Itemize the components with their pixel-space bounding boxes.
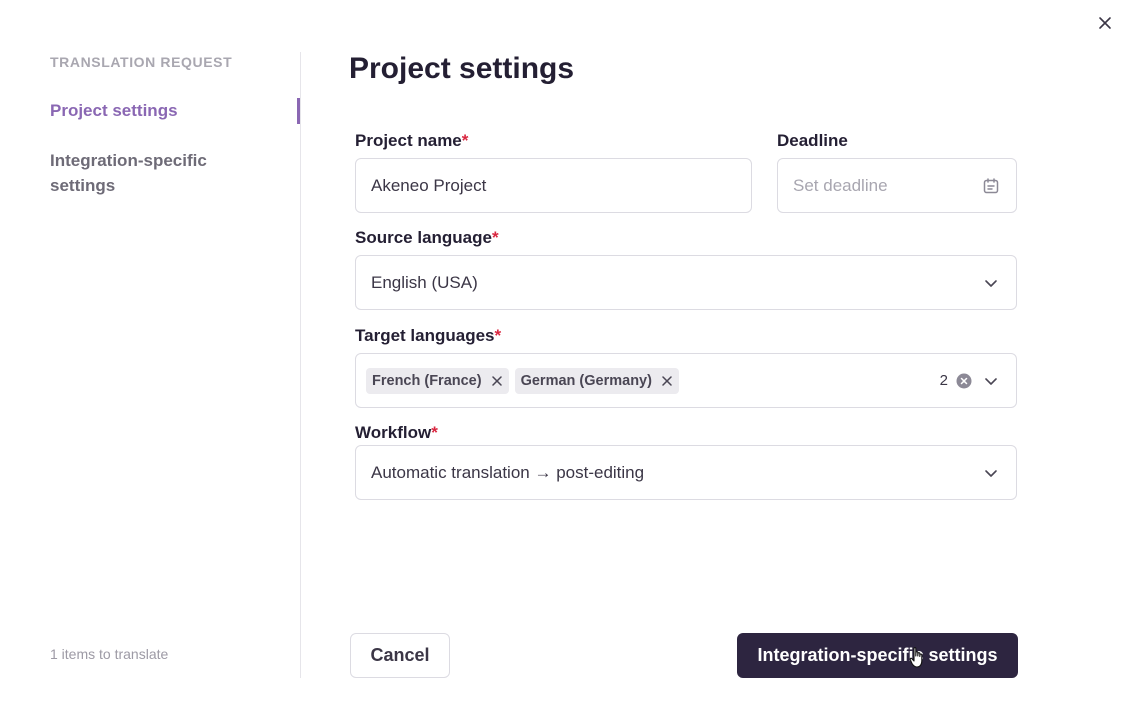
deadline-placeholder: Set deadline xyxy=(793,175,888,195)
project-name-label-text: Project name xyxy=(355,131,462,150)
source-language-label-text: Source language xyxy=(355,228,492,247)
language-tag-label: German (Germany) xyxy=(520,372,652,389)
project-name-label: Project name* xyxy=(355,131,468,151)
required-marker: * xyxy=(491,228,499,247)
chevron-down-icon xyxy=(985,378,997,385)
deadline-label: Deadline xyxy=(777,131,848,150)
items-count: 1 items to translate xyxy=(50,646,169,662)
remove-tag-icon[interactable] xyxy=(491,375,503,387)
sidebar-item-integration-specific-settings[interactable]: Integration-specific settings xyxy=(50,148,250,198)
remove-tag-icon[interactable] xyxy=(661,375,673,387)
sidebar-item-project-settings[interactable]: Project settings xyxy=(50,98,290,123)
workflow-select[interactable]: Automatic translation → post-editing xyxy=(355,445,1017,500)
target-languages-label: Target languages* xyxy=(355,326,501,346)
close-button[interactable] xyxy=(1096,14,1114,32)
language-tag: French (France) xyxy=(366,367,509,394)
workflow-label: Workflow* xyxy=(355,423,438,443)
integration-specific-settings-button[interactable]: Integration-specific settings xyxy=(737,633,1018,678)
deadline-input[interactable]: Set deadline xyxy=(777,158,1017,213)
calendar-icon[interactable] xyxy=(982,177,1000,195)
sidebar-heading: TRANSLATION REQUEST xyxy=(50,54,233,70)
chevron-down-icon xyxy=(985,470,997,477)
source-language-select[interactable]: English (USA) xyxy=(355,255,1017,310)
sidebar: TRANSLATION REQUEST Project settings Int… xyxy=(0,0,300,707)
language-tag-label: French (France) xyxy=(372,372,482,389)
source-language-label: Source language* xyxy=(355,228,499,248)
selected-count: 2 xyxy=(939,372,948,389)
clear-icon[interactable] xyxy=(956,373,972,389)
sidebar-divider xyxy=(300,52,301,678)
cancel-button[interactable]: Cancel xyxy=(350,633,450,678)
target-languages-label-text: Target languages xyxy=(355,326,495,345)
source-language-value: English (USA) xyxy=(371,272,478,292)
required-marker: * xyxy=(431,423,438,442)
project-name-value: Akeneo Project xyxy=(371,175,487,195)
required-marker: * xyxy=(494,326,502,345)
page-title: Project settings xyxy=(349,52,575,85)
workflow-label-text: Workflow xyxy=(355,423,432,442)
workflow-value: Automatic translation → post-editing xyxy=(371,462,645,482)
project-name-input[interactable]: Akeneo Project xyxy=(355,158,752,213)
language-tag: German (Germany) xyxy=(514,367,679,394)
target-languages-select[interactable]: French (France) German (Germany) 2 xyxy=(355,353,1017,408)
close-icon xyxy=(1099,17,1111,29)
chevron-down-icon xyxy=(985,280,997,287)
required-marker: * xyxy=(461,131,469,150)
